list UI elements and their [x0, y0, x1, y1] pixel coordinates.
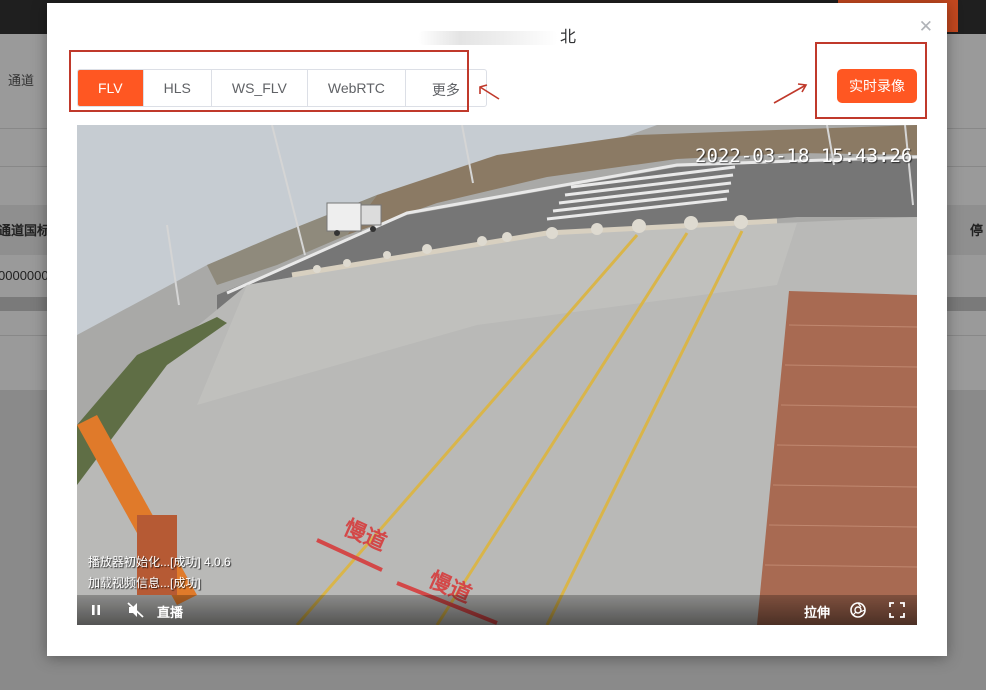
breadcrumb: 通道 — [8, 73, 35, 88]
pause-icon[interactable] — [89, 603, 103, 617]
stream-protocol-tabs: FLV HLS WS_FLV WebRTC 更多 — [77, 69, 487, 107]
table-cell-channel-id: 0000000 — [0, 268, 49, 283]
realtime-record-button[interactable]: 实时录像 — [837, 69, 917, 103]
mute-icon[interactable] — [127, 602, 145, 618]
fullscreen-icon[interactable] — [889, 602, 905, 618]
title-blurred-region — [417, 30, 558, 45]
annotation-arrow-right — [773, 83, 808, 104]
screenshot-icon[interactable] — [849, 601, 867, 619]
dialog-title-text: 北 — [559, 29, 576, 46]
player-log-line: 播放器初始化...[成功] 4.0.6 — [88, 555, 231, 569]
table-header-status: 停 — [970, 223, 984, 238]
video-player[interactable]: 慢道 慢道 2022-03-18 15:43:26 播放器初始化...[成功] … — [77, 125, 917, 625]
live-label[interactable]: 直播 — [157, 602, 183, 621]
tab-more[interactable]: 更多 — [406, 70, 486, 106]
tab-hls[interactable]: HLS — [144, 70, 212, 106]
tab-webrtc[interactable]: WebRTC — [308, 70, 406, 106]
video-timestamp: 2022-03-18 15:43:26 — [695, 145, 913, 167]
video-player-dialog: 北 ✕ FLV HLS WS_FLV WebRTC 更多 实时录像 慢道 慢道 … — [47, 3, 947, 656]
table-header-channel-id: 通道国标 — [0, 223, 51, 238]
stretch-button[interactable]: 拉伸 — [804, 602, 830, 621]
video-frame: 慢道 慢道 — [77, 125, 917, 625]
player-log-line: 加载视频信息...[成功] — [88, 576, 201, 590]
tab-flv[interactable]: FLV — [78, 70, 144, 106]
player-control-bar: 直播 拉伸 — [77, 595, 917, 625]
dialog-title: 北 — [47, 23, 947, 47]
tab-ws-flv[interactable]: WS_FLV — [212, 70, 308, 106]
close-icon[interactable]: ✕ — [919, 17, 933, 37]
